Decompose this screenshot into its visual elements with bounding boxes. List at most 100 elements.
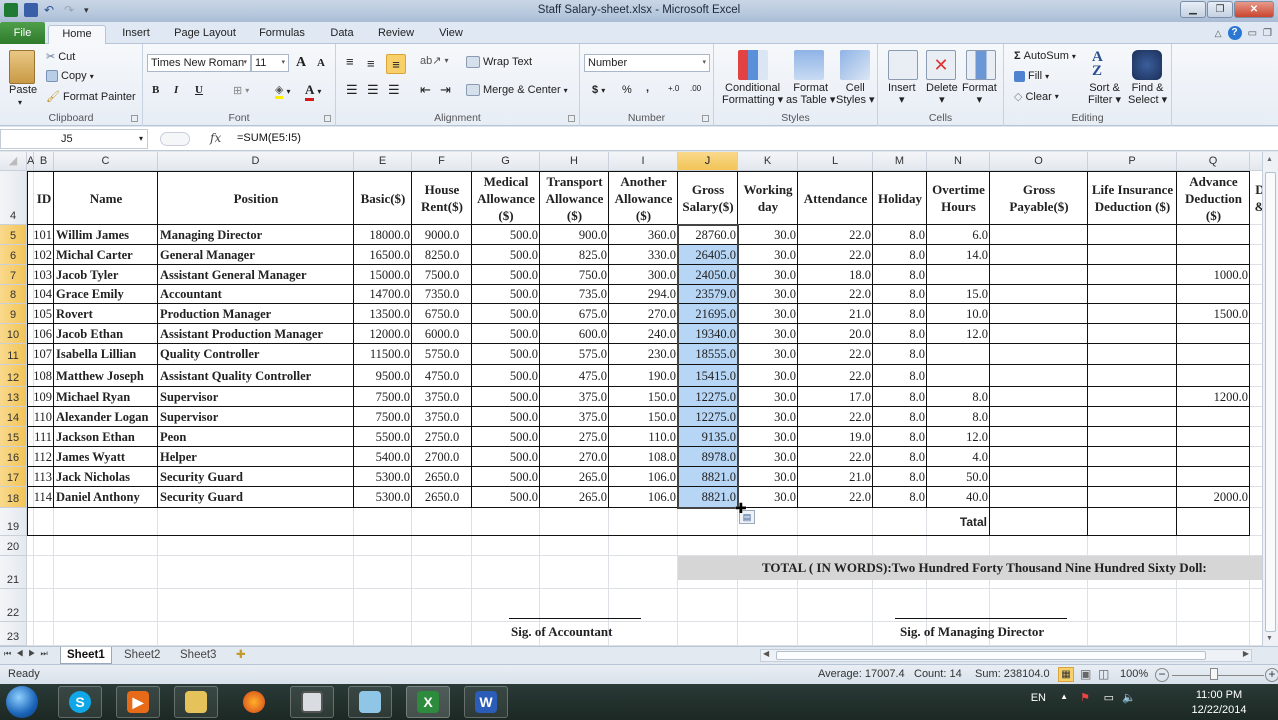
- tab-formulas[interactable]: Formulas: [254, 25, 310, 44]
- cell-id[interactable]: 114: [34, 487, 54, 508]
- row-header[interactable]: 5: [0, 225, 27, 245]
- cell-name[interactable]: Daniel Anthony: [54, 487, 158, 508]
- grow-font-button[interactable]: A: [296, 55, 306, 71]
- cell-pos[interactable]: Assistant Production Manager: [158, 324, 354, 344]
- font-family-select[interactable]: Times New Roman ▾: [147, 54, 251, 72]
- cell-life[interactable]: [1088, 387, 1177, 407]
- sig-accountant[interactable]: Sig. of Accountant: [509, 622, 669, 642]
- cell-house[interactable]: 5750.0: [412, 344, 472, 365]
- network-icon[interactable]: ▭: [1104, 691, 1114, 704]
- volume-icon[interactable]: 🔈: [1122, 691, 1136, 704]
- cell-adv[interactable]: [1177, 285, 1250, 304]
- cell-basic[interactable]: 16500.0: [354, 245, 412, 265]
- clock[interactable]: 11:00 PM 12/22/2014: [1184, 688, 1254, 718]
- orientation-button[interactable]: ab↗ ▾: [420, 54, 448, 67]
- cell-trans[interactable]: 375.0: [540, 407, 609, 427]
- bold-button[interactable]: B: [152, 84, 159, 96]
- cell-att[interactable]: 22.0: [798, 344, 873, 365]
- start-button[interactable]: [6, 686, 38, 718]
- cell-basic[interactable]: 5500.0: [354, 427, 412, 447]
- sheet-nav-buttons[interactable]: ⏮◀▶⏭: [4, 649, 53, 659]
- cell-name[interactable]: Jackson Ethan: [54, 427, 158, 447]
- cell-pos[interactable]: Supervisor: [158, 407, 354, 427]
- scroll-left-icon[interactable]: ◀: [763, 649, 769, 658]
- cell-wd[interactable]: 30.0: [738, 304, 798, 324]
- header-cell[interactable]: Advance Deduction ($): [1177, 171, 1250, 225]
- horizontal-scroll-thumb[interactable]: [776, 651, 1206, 660]
- zoom-out-button[interactable]: −: [1155, 668, 1169, 682]
- find-select-button[interactable]: Find & Select ▾: [1128, 82, 1167, 106]
- cell-life[interactable]: [1088, 245, 1177, 265]
- align-center-button[interactable]: ☰: [367, 82, 379, 98]
- scroll-right-icon[interactable]: ▶: [1243, 649, 1249, 658]
- merge-center-button[interactable]: Merge & Center ▾: [466, 84, 568, 96]
- cell-house[interactable]: 7350.0: [412, 285, 472, 304]
- cell-wd[interactable]: 30.0: [738, 407, 798, 427]
- cell-ot[interactable]: 40.0: [927, 487, 990, 508]
- row-header[interactable]: 19: [0, 508, 27, 536]
- sheet-tab-3[interactable]: Sheet3: [174, 647, 222, 664]
- vertical-scrollbar[interactable]: ▲ ▼: [1262, 152, 1278, 646]
- row-header[interactable]: 16: [0, 447, 27, 467]
- header-cell[interactable]: Overtime Hours: [927, 171, 990, 225]
- cell-trans[interactable]: 750.0: [540, 265, 609, 285]
- cell-id[interactable]: 105: [34, 304, 54, 324]
- cell-att[interactable]: 22.0: [798, 365, 873, 387]
- cell-adv[interactable]: [1177, 344, 1250, 365]
- cell-id[interactable]: 104: [34, 285, 54, 304]
- cell-other[interactable]: 294.0: [609, 285, 678, 304]
- clipboard-launcher[interactable]: [131, 115, 138, 122]
- cell-id[interactable]: 111: [34, 427, 54, 447]
- header-cell[interactable]: Medical Allowance ($): [472, 171, 540, 225]
- restore-button[interactable]: ❐: [1207, 1, 1233, 18]
- action-center-icon[interactable]: ⚑: [1080, 691, 1090, 704]
- cell-att[interactable]: 19.0: [798, 427, 873, 447]
- cell-basic[interactable]: 9500.0: [354, 365, 412, 387]
- cell-other[interactable]: 270.0: [609, 304, 678, 324]
- cell-gp[interactable]: [990, 225, 1088, 245]
- fill-button[interactable]: Fill ▾: [1014, 70, 1049, 82]
- cell-name[interactable]: Michael Ryan: [54, 387, 158, 407]
- window-minimize-icon[interactable]: ▭: [1248, 28, 1257, 39]
- help-icon[interactable]: ?: [1227, 26, 1242, 40]
- cell-life[interactable]: [1088, 447, 1177, 467]
- cell-gp[interactable]: [990, 265, 1088, 285]
- cell-adv[interactable]: [1177, 245, 1250, 265]
- row-header[interactable]: 17: [0, 467, 27, 487]
- row-header[interactable]: 14: [0, 407, 27, 427]
- row-header[interactable]: 20: [0, 536, 27, 556]
- cell-adv[interactable]: 1500.0: [1177, 304, 1250, 324]
- row-header[interactable]: 8: [0, 285, 27, 304]
- paste-button[interactable]: Paste: [9, 84, 37, 96]
- cell-basic[interactable]: 5400.0: [354, 447, 412, 467]
- cell-other[interactable]: 110.0: [609, 427, 678, 447]
- cell-trans[interactable]: 275.0: [540, 427, 609, 447]
- shrink-font-button[interactable]: A: [317, 57, 325, 69]
- cell-att[interactable]: 20.0: [798, 324, 873, 344]
- vertical-scroll-thumb[interactable]: [1265, 172, 1276, 632]
- row-header[interactable]: 10: [0, 324, 27, 344]
- cell-house[interactable]: 2650.0: [412, 487, 472, 508]
- name-box[interactable]: J5 ▾: [0, 129, 148, 149]
- taskbar-notepad[interactable]: [348, 686, 392, 718]
- language-indicator[interactable]: EN: [1031, 692, 1046, 704]
- cell-adv[interactable]: 1000.0: [1177, 265, 1250, 285]
- cell-wd[interactable]: 30.0: [738, 387, 798, 407]
- cell-ot[interactable]: 4.0: [927, 447, 990, 467]
- cell-ot[interactable]: 15.0: [927, 285, 990, 304]
- align-top-button[interactable]: ≡: [346, 54, 354, 69]
- column-header[interactable]: L: [798, 152, 873, 171]
- clear-button[interactable]: ◇ Clear ▾: [1014, 90, 1059, 104]
- cell-gp[interactable]: [990, 487, 1088, 508]
- scroll-down-icon[interactable]: ▼: [1266, 635, 1273, 642]
- cell-trans[interactable]: 600.0: [540, 324, 609, 344]
- cell-gp[interactable]: [990, 285, 1088, 304]
- cell-basic[interactable]: 15000.0: [354, 265, 412, 285]
- column-header[interactable]: P: [1088, 152, 1177, 171]
- increase-indent-button[interactable]: ⇥: [440, 82, 451, 98]
- cell-wd[interactable]: 30.0: [738, 365, 798, 387]
- insert-sheet-icon[interactable]: ✚: [230, 647, 252, 664]
- align-bottom-button[interactable]: ≡: [386, 54, 406, 74]
- decrease-decimal-button[interactable]: .00: [690, 84, 701, 93]
- cell-trans[interactable]: 375.0: [540, 387, 609, 407]
